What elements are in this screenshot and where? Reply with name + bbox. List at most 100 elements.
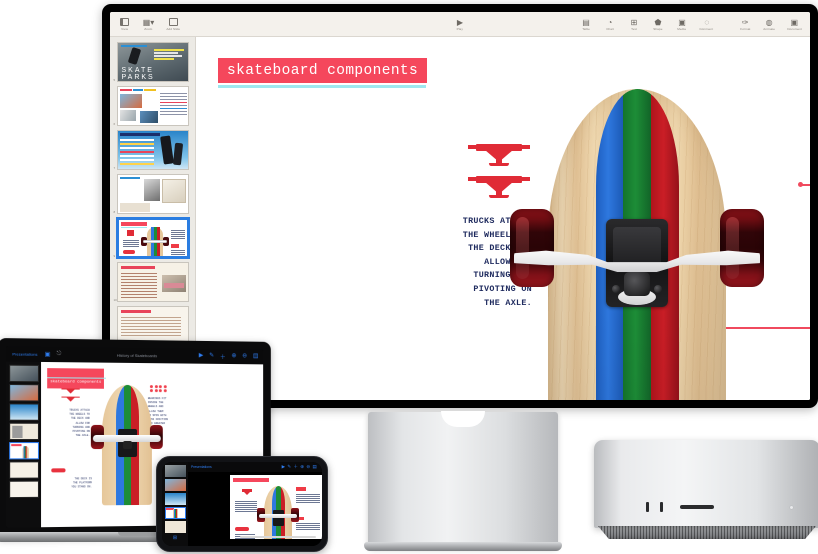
collaborate-icon[interactable]: ⊕ (232, 352, 237, 361)
chart-button[interactable]: ◔ Chart (603, 18, 616, 31)
presentations-back-button[interactable]: Presentations (12, 351, 37, 356)
phone-slide-navigator[interactable]: ⊞ (162, 462, 188, 546)
mac-studio-vent (598, 526, 816, 539)
table-label: Table (582, 26, 590, 31)
list-item[interactable] (8, 422, 39, 441)
zoom-icon: ▦▾ (142, 17, 155, 27)
mini-deck-pill (51, 468, 66, 473)
view-button[interactable]: View (118, 17, 131, 31)
zoom-button[interactable]: ▦▾ Zoom (142, 18, 155, 31)
format-button[interactable]: ✑ Format (739, 18, 752, 31)
slide-number: 5 (113, 78, 116, 82)
stand-notch (441, 411, 485, 427)
play-icon[interactable]: ▶ (199, 352, 204, 361)
list-item-current[interactable] (164, 507, 186, 519)
list-item[interactable]: 10 (114, 262, 189, 302)
add-slide-button[interactable]: Add Slide (166, 17, 181, 31)
mini-trucks-icon-2 (61, 396, 80, 403)
mini-slide-title (233, 478, 269, 482)
phone-slide-canvas[interactable] (230, 475, 322, 539)
thumbnail-data-chart (116, 130, 189, 170)
shape-label: Shape (653, 26, 663, 31)
list-item[interactable]: SKATE PARKS 5 (113, 42, 189, 82)
presentations-back-button[interactable]: Presentations (191, 465, 212, 469)
document-icon: ▣ (790, 17, 799, 27)
list-item-current[interactable] (8, 442, 39, 460)
list-item[interactable]: 6 (113, 86, 189, 126)
mini-deck-annotation (235, 534, 255, 535)
zoom-label: Zoom (144, 26, 153, 31)
page-title: skateboard components (227, 63, 419, 79)
document-title: History of Skateboards (116, 352, 158, 359)
media-button[interactable]: ▣ Media (675, 18, 688, 31)
media-icon: ▣ (678, 17, 686, 27)
table-button[interactable]: ▤ Table (579, 18, 592, 31)
shape-button[interactable]: ⬟ Shape (651, 18, 664, 31)
list-item[interactable] (164, 521, 186, 533)
slide-canvas[interactable]: skateboard components TRUCKS THE WHEELS … (196, 37, 810, 400)
iphone: ⊞ Presentations ▶✎＋⊕⊖▤ (156, 456, 328, 552)
pencil-icon[interactable]: ✎ (209, 352, 214, 361)
format-icon[interactable]: ▤ (253, 352, 258, 361)
text-label: Text (631, 26, 637, 31)
mini-screws-annotation (296, 523, 320, 524)
list-item[interactable] (8, 364, 39, 383)
document-button[interactable]: ▣ Document (787, 18, 802, 31)
iphone-body: ⊞ Presentations ▶✎＋⊕⊖▤ (156, 456, 328, 552)
undo-icon[interactable]: ⎋ (57, 351, 62, 358)
play-icon: ▶ (456, 17, 464, 27)
document-label: Document (787, 26, 802, 31)
laptop-slide-navigator[interactable] (6, 361, 42, 528)
slide-number: 6 (113, 122, 116, 126)
slide-number: 8 (113, 210, 116, 214)
view-label: View (121, 26, 128, 31)
toolbar-actions[interactable]: ▶ ✎ ＋ ⊕ ⊖ ▤ (199, 352, 259, 362)
chart-icon: ◔ (607, 17, 613, 27)
leader-line-screws-h (724, 327, 810, 329)
mini-deck-annotation: THE DECK IS THE PLATFORM YOU STAND ON. (71, 477, 92, 489)
thumbnail-text-and-photo (116, 262, 189, 302)
text-button[interactable]: ⊞ Text (627, 18, 640, 31)
list-item[interactable] (8, 403, 39, 421)
skateboard-photo (510, 89, 764, 400)
thumbnail-skateboard-components (116, 218, 189, 258)
sd-card-slot (680, 505, 714, 509)
more-icon[interactable]: ⊖ (242, 352, 247, 361)
list-item[interactable] (164, 465, 186, 477)
add-icon[interactable]: ＋ (220, 352, 226, 361)
sidebar-item-current-slide[interactable]: 9 (113, 218, 189, 258)
comment-button[interactable]: ◌ Comment (699, 18, 714, 31)
list-item[interactable] (8, 461, 39, 479)
wheel-left (510, 209, 554, 287)
play-button[interactable]: ▶ Play (454, 18, 467, 31)
list-item[interactable]: 8 (113, 174, 189, 214)
chart-label: Chart (606, 26, 614, 31)
callout-dot-bearings (798, 182, 803, 187)
add-slide-icon[interactable]: ⊞ (164, 535, 186, 541)
list-item[interactable] (8, 480, 39, 499)
phone-main: Presentations ▶✎＋⊕⊖▤ (188, 462, 322, 546)
usb-c-port-2 (660, 502, 663, 512)
view-options-icon[interactable]: ▣ (45, 351, 51, 358)
toolbar-actions[interactable]: ▶✎＋⊕⊖▤ (282, 464, 319, 470)
usb-c-port-1 (646, 502, 649, 512)
animate-button[interactable]: ◍ Animate (763, 18, 776, 31)
list-item[interactable] (164, 479, 186, 491)
mini-bearings-icon (149, 385, 167, 393)
phone-toolbar: Presentations ▶✎＋⊕⊖▤ (188, 462, 322, 472)
slide-content: skateboard components TRUCKS THE WHEELS … (196, 37, 810, 400)
list-item[interactable]: 7 (114, 130, 189, 170)
keynote-toolbar: View ▦▾ Zoom Add Slide ▶ Play ▤ Table ◔ … (110, 12, 810, 37)
list-item[interactable] (164, 493, 186, 505)
list-item[interactable] (8, 384, 39, 402)
mini-bearings-annotation (296, 494, 320, 495)
mini-trucks-icon (61, 388, 80, 394)
wheel-right (720, 209, 764, 287)
slide-title[interactable]: skateboard components (218, 58, 428, 83)
add-slide-icon (168, 17, 178, 26)
view-panel-icon (120, 17, 129, 26)
mini-trucks-annotation (235, 501, 257, 502)
animate-label: Animate (763, 26, 776, 31)
leader-line-bearings-h (802, 184, 810, 186)
slide-number: 9 (113, 254, 116, 258)
